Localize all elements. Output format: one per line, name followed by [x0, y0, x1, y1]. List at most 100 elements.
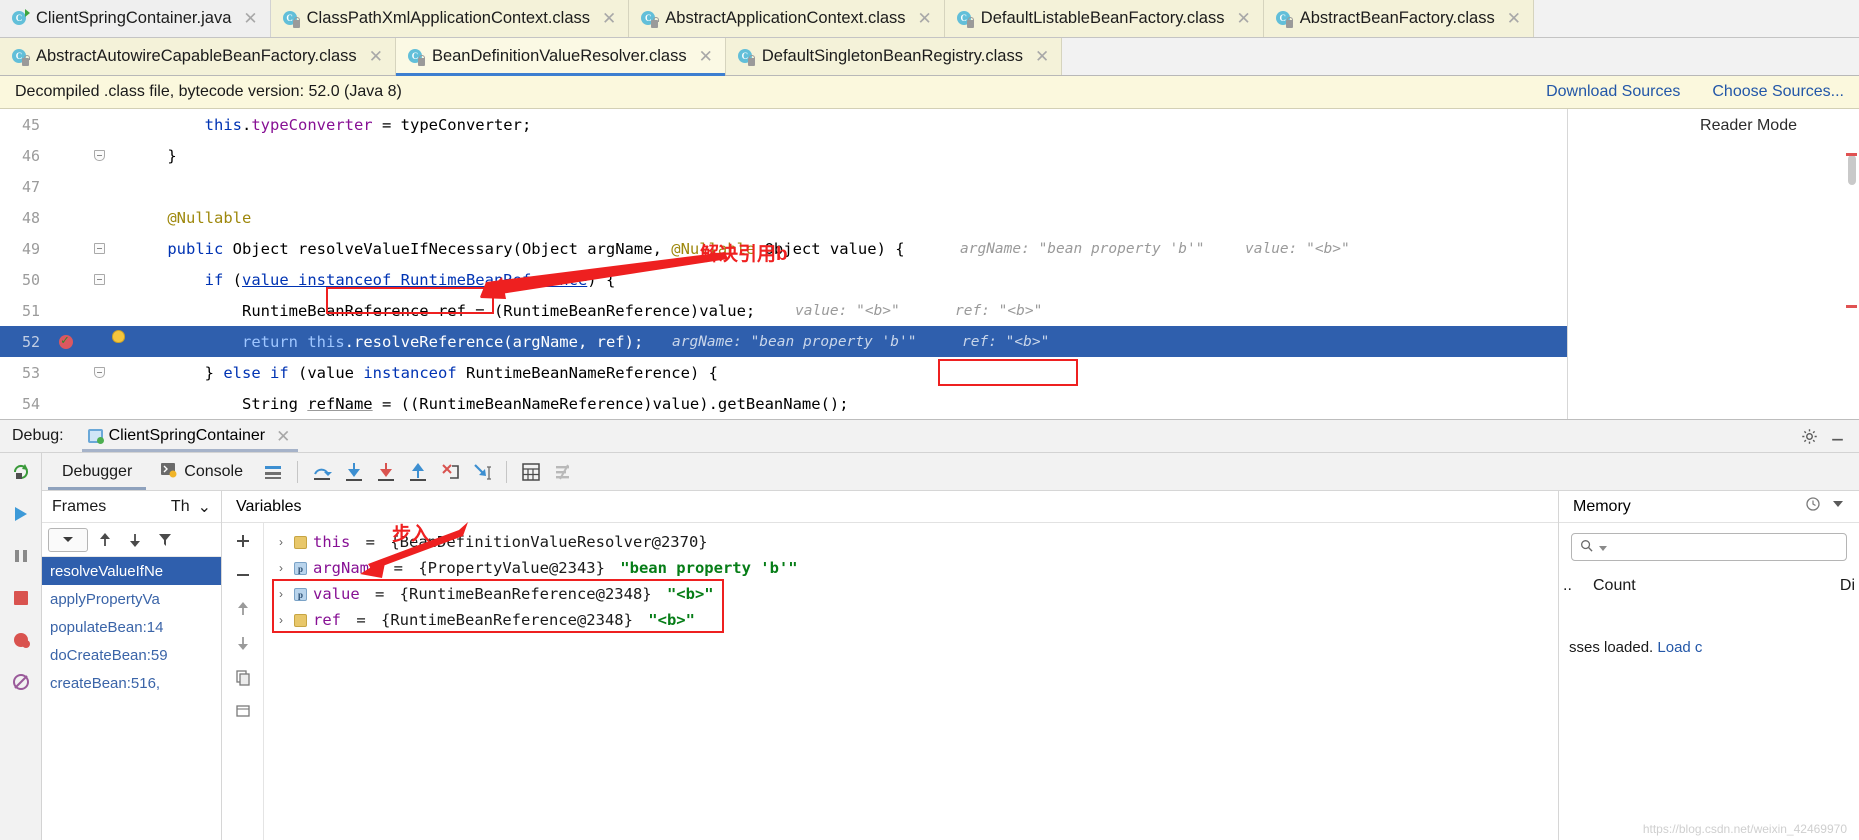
fold-gutter[interactable] — [86, 140, 112, 171]
code-line-52[interactable]: 52 return this.resolveReference(argName,… — [0, 326, 1859, 357]
fold-gutter[interactable] — [86, 326, 112, 357]
editor-tab-2[interactable]: C AbstractApplicationContext.class ✕ — [629, 0, 945, 37]
mute-breakpoints-toolbar-icon[interactable] — [547, 458, 579, 486]
breakpoint-icon[interactable] — [59, 333, 73, 349]
editor-tab-4[interactable]: C AbstractBeanFactory.class ✕ — [1263, 0, 1534, 37]
close-tab-icon[interactable]: ✕ — [241, 10, 259, 27]
editor-tab-1[interactable]: C BeanDefinitionValueResolver.class ✕ — [395, 38, 726, 76]
code-line-49[interactable]: 49 public Object resolveValueIfNecessary… — [0, 233, 1859, 264]
memory-column-2[interactable]: Di — [1840, 577, 1855, 595]
drop-frame-icon[interactable] — [434, 458, 466, 486]
expand-twisty-icon[interactable]: › — [274, 613, 288, 627]
move-down-icon[interactable] — [231, 631, 255, 655]
debugger-tab-console[interactable]: Console — [146, 453, 257, 490]
frames-list[interactable]: resolveValueIfNe applyPropertyVa populateB… — [42, 557, 221, 840]
fold-gutter[interactable] — [86, 388, 112, 419]
fold-gutter[interactable] — [86, 202, 112, 233]
rerun-icon[interactable] — [8, 459, 34, 485]
code-line-54[interactable]: 54 String refName = ((RuntimeBeanNameRef… — [0, 388, 1859, 419]
frame-item-1[interactable]: applyPropertyVa — [42, 585, 221, 613]
minimize-icon[interactable] — [1827, 426, 1847, 446]
code-text[interactable]: } else if (value instanceof RuntimeBeanN… — [126, 364, 1859, 382]
memory-search-input[interactable] — [1571, 533, 1847, 561]
gutter-markers[interactable] — [46, 357, 86, 388]
expand-twisty-icon[interactable]: › — [274, 561, 288, 575]
force-step-into-icon[interactable] — [370, 458, 402, 486]
code-text[interactable]: @Nullable — [126, 209, 1859, 227]
frame-up-icon[interactable] — [92, 528, 118, 552]
fold-toggle-icon[interactable] — [93, 243, 105, 254]
code-text[interactable]: String refName = ((RuntimeBeanNameRefere… — [126, 395, 1859, 413]
stop-icon[interactable] — [8, 585, 34, 611]
step-over-icon[interactable] — [306, 458, 338, 486]
frames-thread-label[interactable]: Th — [171, 498, 190, 516]
intention-bulb-icon[interactable] — [112, 330, 125, 343]
fold-toggle-icon[interactable] — [93, 367, 105, 378]
variable-row-1[interactable]: › p argName = {PropertyValue@2343} "bean p… — [264, 555, 1558, 581]
fold-toggle-icon[interactable] — [93, 274, 105, 285]
gutter-markers[interactable] — [46, 140, 86, 171]
code-lines[interactable]: 45 this.typeConverter = typeConverter; 46… — [0, 109, 1859, 419]
code-text[interactable]: } — [126, 147, 1859, 165]
gutter-markers[interactable] — [46, 264, 86, 295]
code-text[interactable]: if (value instanceof RuntimeBeanReferenc… — [126, 271, 1859, 289]
step-into-icon[interactable] — [338, 458, 370, 486]
fold-gutter[interactable] — [86, 264, 112, 295]
frame-item-4[interactable]: createBean:516, — [42, 669, 221, 697]
variable-row-3[interactable]: › ref = {RuntimeBeanReference@2348} "<b>" — [264, 607, 1558, 633]
frame-item-2[interactable]: populateBean:14 — [42, 613, 221, 641]
gear-icon[interactable] — [1799, 426, 1819, 446]
mute-breakpoints-icon[interactable] — [8, 669, 34, 695]
filter-icon[interactable] — [152, 528, 178, 552]
gutter-markers[interactable] — [46, 171, 86, 202]
close-session-icon[interactable]: ✕ — [274, 428, 292, 445]
editor-tab-0[interactable]: C AbstractAutowireCapableBeanFactory.clas… — [0, 38, 396, 75]
step-out-icon[interactable] — [402, 458, 434, 486]
editor-tab-3[interactable]: C DefaultListableBeanFactory.class ✕ — [944, 0, 1264, 37]
copy-icon[interactable] — [231, 665, 255, 689]
debugger-tab-debugger[interactable]: Debugger — [48, 453, 147, 490]
code-line-47[interactable]: 47 — [0, 171, 1859, 202]
code-line-45[interactable]: 45 this.typeConverter = typeConverter; — [0, 109, 1859, 140]
close-tab-icon[interactable]: ✕ — [697, 48, 715, 65]
editor-scrollbar-track[interactable] — [1847, 147, 1857, 413]
close-tab-icon[interactable]: ✕ — [600, 10, 618, 27]
editor-marker-2[interactable] — [1846, 305, 1857, 308]
memory-search-field[interactable] — [1613, 538, 1838, 556]
variable-row-0[interactable]: › this = {BeanDefinitionValueResolver@237… — [264, 529, 1558, 555]
gutter-markers[interactable] — [46, 295, 86, 326]
thread-selector-dropdown[interactable] — [48, 527, 88, 552]
code-line-53[interactable]: 53 } else if (value instanceof RuntimeBe… — [0, 357, 1859, 388]
close-tab-icon[interactable]: ✕ — [1234, 10, 1252, 27]
editor-scrollbar-thumb[interactable] — [1848, 155, 1856, 185]
variable-row-2[interactable]: › p value = {RuntimeBeanReference@2348} "<… — [264, 581, 1558, 607]
close-tab-icon[interactable]: ✕ — [916, 10, 934, 27]
code-line-51[interactable]: 51 RuntimeBeanReference ref = (RuntimeBe… — [0, 295, 1859, 326]
editor-marker-1[interactable] — [1846, 153, 1857, 156]
frame-down-icon[interactable] — [122, 528, 148, 552]
code-editor[interactable]: 45 this.typeConverter = typeConverter; 46… — [0, 109, 1859, 419]
fold-gutter[interactable] — [86, 357, 112, 388]
fold-gutter[interactable] — [86, 295, 112, 326]
frame-item-0[interactable]: resolveValueIfNe — [42, 557, 221, 585]
add-watch-icon[interactable] — [231, 529, 255, 553]
pause-icon[interactable] — [8, 543, 34, 569]
editor-tab-1[interactable]: C ClassPathXmlApplicationContext.class ✕ — [270, 0, 630, 37]
frame-item-3[interactable]: doCreateBean:59 — [42, 641, 221, 669]
fold-gutter[interactable] — [86, 171, 112, 202]
gutter-markers[interactable] — [46, 233, 86, 264]
move-up-icon[interactable] — [231, 597, 255, 621]
variables-list[interactable]: › this = {BeanDefinitionValueResolver@237… — [264, 523, 1558, 840]
expand-twisty-icon[interactable]: › — [274, 587, 288, 601]
gutter-markers[interactable] — [46, 326, 86, 357]
memory-load-classes-link[interactable]: Load c — [1657, 639, 1702, 656]
gutter-markers[interactable] — [46, 202, 86, 233]
expand-twisty-icon[interactable]: › — [274, 535, 288, 549]
remove-watch-icon[interactable] — [231, 563, 255, 587]
choose-sources-link[interactable]: Choose Sources... — [1712, 83, 1844, 101]
fold-gutter[interactable] — [86, 109, 112, 140]
memory-column-0[interactable]: .. — [1563, 577, 1581, 595]
search-chevron-icon[interactable] — [1599, 539, 1607, 555]
layout-icon[interactable] — [257, 458, 289, 486]
clock-icon[interactable] — [1805, 496, 1821, 517]
